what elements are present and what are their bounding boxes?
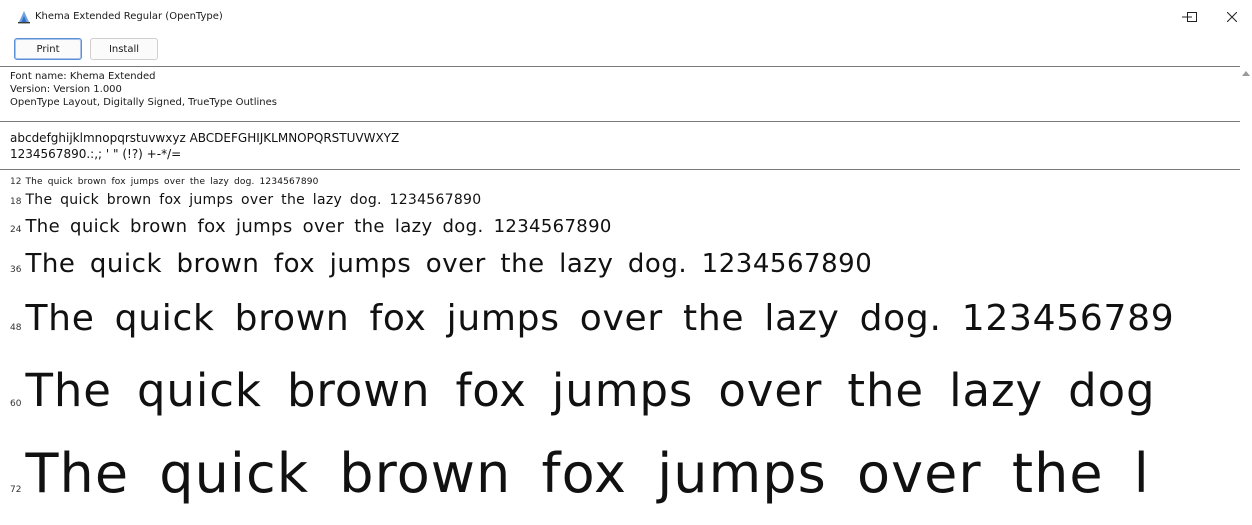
print-button[interactable]: Print [14, 38, 82, 60]
sample-size-label: 60 [10, 399, 22, 409]
sample-size-label: 48 [10, 323, 22, 333]
sample-size-label: 36 [10, 265, 22, 275]
font-viewer-icon [18, 11, 30, 24]
sample-row-18: 18 The quick brown fox jumps over the la… [10, 192, 481, 208]
sample-size-label: 12 [10, 177, 22, 187]
font-name-text: Font name: Khema Extended [10, 71, 156, 82]
close-button[interactable] [1220, 6, 1244, 28]
sample-size-label: 18 [10, 197, 22, 207]
sample-row-60: 60 The quick brown fox jumps over the la… [10, 364, 1155, 417]
sample-row-72: 72 The quick brown fox jumps over the l [10, 442, 1150, 505]
install-button[interactable]: Install [90, 38, 158, 60]
sample-text: The quick brown fox jumps over the l [25, 442, 1150, 505]
close-icon [1227, 12, 1237, 22]
sample-size-label: 72 [10, 485, 22, 495]
title-bar: Khema Extended Regular (OpenType) [0, 0, 1252, 34]
sample-row-12: 12 The quick brown fox jumps over the la… [10, 177, 319, 187]
maximize-icon [1187, 12, 1197, 22]
scroll-up-arrow-icon[interactable] [1242, 70, 1250, 76]
sample-text: The quick brown fox jumps over the lazy … [25, 364, 1156, 417]
font-features-text: OpenType Layout, Digitally Signed, TrueT… [10, 97, 277, 108]
vertical-scrollbar[interactable] [1240, 66, 1252, 525]
toolbar: Print Install [0, 34, 1252, 66]
font-version-text: Version: Version 1.000 [10, 84, 122, 95]
sample-text: The quick brown fox jumps over the lazy … [25, 249, 873, 279]
sample-row-48: 48 The quick brown fox jumps over the la… [10, 298, 1174, 339]
sample-row-36: 36 The quick brown fox jumps over the la… [10, 249, 872, 279]
size-samples: 12 The quick brown fox jumps over the la… [0, 172, 1240, 525]
divider [0, 66, 1240, 67]
sample-text: The quick brown fox jumps over the lazy … [25, 216, 612, 237]
character-set-preview: abcdefghijklmnopqrstuvwxyz ABCDEFGHIJKLM… [10, 130, 399, 162]
window-title: Khema Extended Regular (OpenType) [35, 11, 223, 22]
maximize-button[interactable] [1180, 6, 1204, 28]
alphabet-line: abcdefghijklmnopqrstuvwxyz ABCDEFGHIJKLM… [10, 131, 400, 145]
sample-size-label: 24 [10, 225, 22, 235]
font-info: Font name: Khema Extended Version: Versi… [10, 70, 277, 109]
sample-text: The quick brown fox jumps over the lazy … [25, 192, 482, 208]
sample-row-24: 24 The quick brown fox jumps over the la… [10, 216, 612, 237]
divider [0, 169, 1240, 170]
numerals-punctuation-line: 1234567890.:,; ' " (!?) +-*/= [10, 147, 182, 161]
sample-text: The quick brown fox jumps over the lazy … [25, 177, 319, 187]
sample-text: The quick brown fox jumps over the lazy … [25, 298, 1175, 339]
divider [0, 121, 1240, 122]
